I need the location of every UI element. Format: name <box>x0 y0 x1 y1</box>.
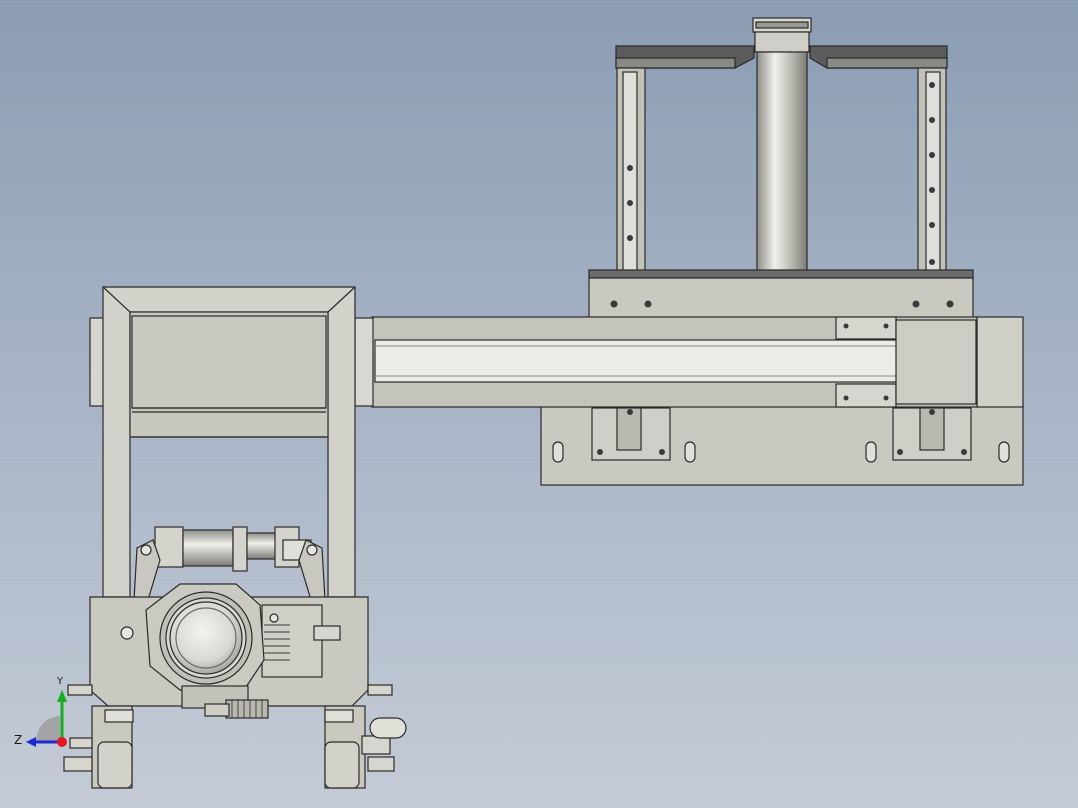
y-axis-label: Y <box>57 676 64 687</box>
vertical-lift-module[interactable] <box>588 17 974 319</box>
linear-axis-beam[interactable] <box>354 316 978 408</box>
z-axis-label: Z <box>14 733 23 747</box>
orientation-triad <box>26 690 67 747</box>
cad-viewport[interactable]: Z Y <box>0 0 1078 808</box>
gripper-body[interactable] <box>89 583 369 719</box>
assembly-model[interactable] <box>0 0 1078 808</box>
